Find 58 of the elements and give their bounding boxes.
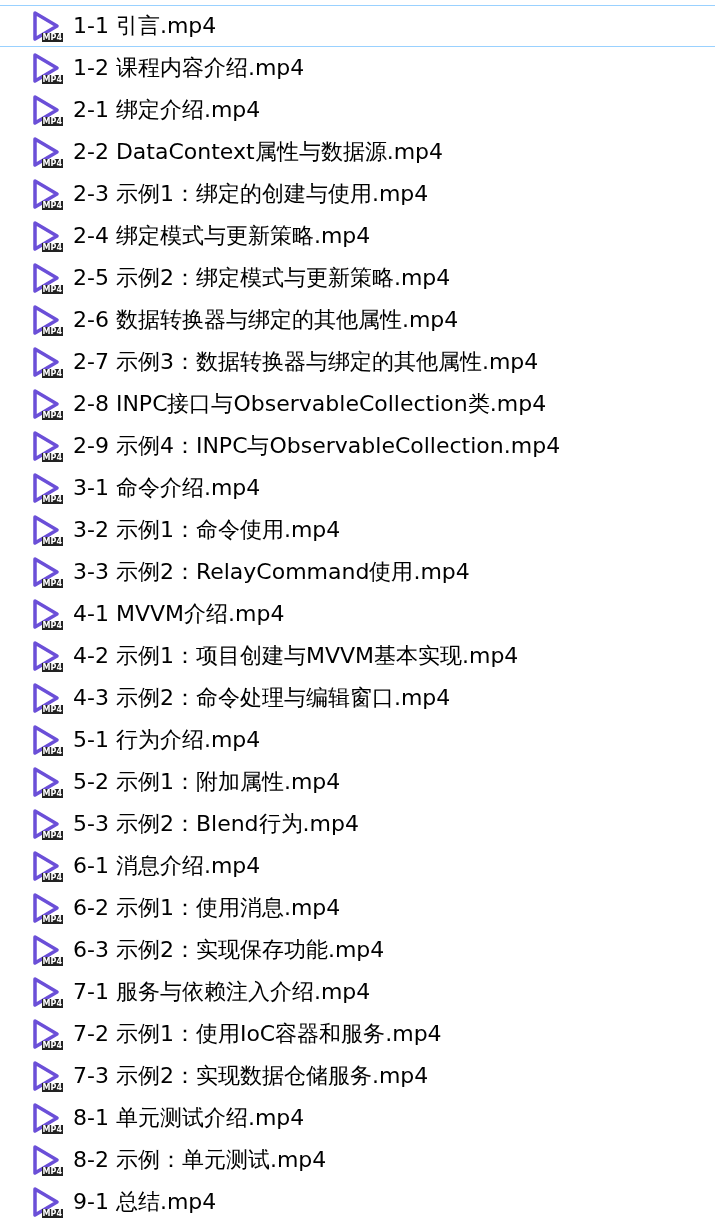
file-row[interactable]: MP4 7-3 示例2：实现数据仓储服务.mp4 <box>0 1055 715 1097</box>
file-row[interactable]: MP4 2-6 数据转换器与绑定的其他属性.mp4 <box>0 299 715 341</box>
file-name: 7-3 示例2：实现数据仓储服务.mp4 <box>73 1065 429 1087</box>
file-row[interactable]: MP4 8-2 示例：单元测试.mp4 <box>0 1139 715 1181</box>
file-name: 1-1 引言.mp4 <box>73 15 217 37</box>
file-row[interactable]: MP4 1-2 课程内容介绍.mp4 <box>0 47 715 89</box>
file-row[interactable]: MP4 3-3 示例2：RelayCommand使用.mp4 <box>0 551 715 593</box>
file-name: 3-1 命令介绍.mp4 <box>73 477 261 499</box>
file-name: 1-2 课程内容介绍.mp4 <box>73 57 305 79</box>
file-row[interactable]: MP4 4-3 示例2：命令处理与编辑窗口.mp4 <box>0 677 715 719</box>
file-row[interactable]: MP4 6-1 消息介绍.mp4 <box>0 845 715 887</box>
file-row[interactable]: MP4 2-7 示例3：数据转换器与绑定的其他属性.mp4 <box>0 341 715 383</box>
file-row[interactable]: MP4 8-1 单元测试介绍.mp4 <box>0 1097 715 1139</box>
file-row[interactable]: MP4 5-1 行为介绍.mp4 <box>0 719 715 761</box>
file-name: 5-3 示例2：Blend行为.mp4 <box>73 813 359 835</box>
file-row[interactable]: MP4 2-4 绑定模式与更新策略.mp4 <box>0 215 715 257</box>
file-name: 6-3 示例2：实现保存功能.mp4 <box>73 939 385 961</box>
file-row[interactable]: MP4 3-1 命令介绍.mp4 <box>0 467 715 509</box>
file-name: 7-1 服务与依赖注入介绍.mp4 <box>73 981 371 1003</box>
file-name: 5-2 示例1：附加属性.mp4 <box>73 771 341 793</box>
file-name: 5-1 行为介绍.mp4 <box>73 729 261 751</box>
file-name: 4-3 示例2：命令处理与编辑窗口.mp4 <box>73 687 451 709</box>
file-name: 3-3 示例2：RelayCommand使用.mp4 <box>73 561 470 583</box>
file-row[interactable]: MP4 2-1 绑定介绍.mp4 <box>0 89 715 131</box>
file-name: 2-4 绑定模式与更新策略.mp4 <box>73 225 371 247</box>
file-name: 4-1 MVVM介绍.mp4 <box>73 603 285 625</box>
file-row[interactable]: MP4 2-5 示例2：绑定模式与更新策略.mp4 <box>0 257 715 299</box>
file-name: 2-2 DataContext属性与数据源.mp4 <box>73 141 444 163</box>
file-name: 7-2 示例1：使用IoC容器和服务.mp4 <box>73 1023 442 1045</box>
file-row[interactable]: MP4 4-2 示例1：项目创建与MVVM基本实现.mp4 <box>0 635 715 677</box>
file-row[interactable]: MP4 5-2 示例1：附加属性.mp4 <box>0 761 715 803</box>
file-row[interactable]: MP4 1-1 引言.mp4 <box>0 5 715 47</box>
file-name: 2-8 INPC接口与ObservableCollection类.mp4 <box>73 393 547 415</box>
file-name: 4-2 示例1：项目创建与MVVM基本实现.mp4 <box>73 645 519 667</box>
file-name: 6-1 消息介绍.mp4 <box>73 855 261 877</box>
file-name: 8-2 示例：单元测试.mp4 <box>73 1149 327 1171</box>
file-row[interactable]: MP4 5-3 示例2：Blend行为.mp4 <box>0 803 715 845</box>
file-row[interactable]: MP4 2-9 示例4：INPC与ObservableCollection.mp4 <box>0 425 715 467</box>
file-name: 6-2 示例1：使用消息.mp4 <box>73 897 341 919</box>
file-row[interactable]: MP4 3-2 示例1：命令使用.mp4 <box>0 509 715 551</box>
file-row[interactable]: MP4 6-3 示例2：实现保存功能.mp4 <box>0 929 715 971</box>
file-name: 2-1 绑定介绍.mp4 <box>73 99 261 121</box>
file-row[interactable]: MP4 6-2 示例1：使用消息.mp4 <box>0 887 715 929</box>
file-row[interactable]: MP4 4-1 MVVM介绍.mp4 <box>0 593 715 635</box>
file-name: 8-1 单元测试介绍.mp4 <box>73 1107 305 1129</box>
file-name: 2-3 示例1：绑定的创建与使用.mp4 <box>73 183 429 205</box>
file-row[interactable]: MP4 2-8 INPC接口与ObservableCollection类.mp4 <box>0 383 715 425</box>
file-name: 3-2 示例1：命令使用.mp4 <box>73 519 341 541</box>
file-name: 2-5 示例2：绑定模式与更新策略.mp4 <box>73 267 451 289</box>
file-row[interactable]: MP4 7-2 示例1：使用IoC容器和服务.mp4 <box>0 1013 715 1055</box>
file-row[interactable]: MP4 2-2 DataContext属性与数据源.mp4 <box>0 131 715 173</box>
file-row[interactable]: MP4 9-1 总结.mp4 <box>0 1181 715 1223</box>
file-row[interactable]: MP4 7-1 服务与依赖注入介绍.mp4 <box>0 971 715 1013</box>
file-name: 9-1 总结.mp4 <box>73 1191 217 1213</box>
file-name: 2-9 示例4：INPC与ObservableCollection.mp4 <box>73 435 561 457</box>
file-name: 2-7 示例3：数据转换器与绑定的其他属性.mp4 <box>73 351 539 373</box>
file-row[interactable]: MP4 2-3 示例1：绑定的创建与使用.mp4 <box>0 173 715 215</box>
file-name: 2-6 数据转换器与绑定的其他属性.mp4 <box>73 309 459 331</box>
